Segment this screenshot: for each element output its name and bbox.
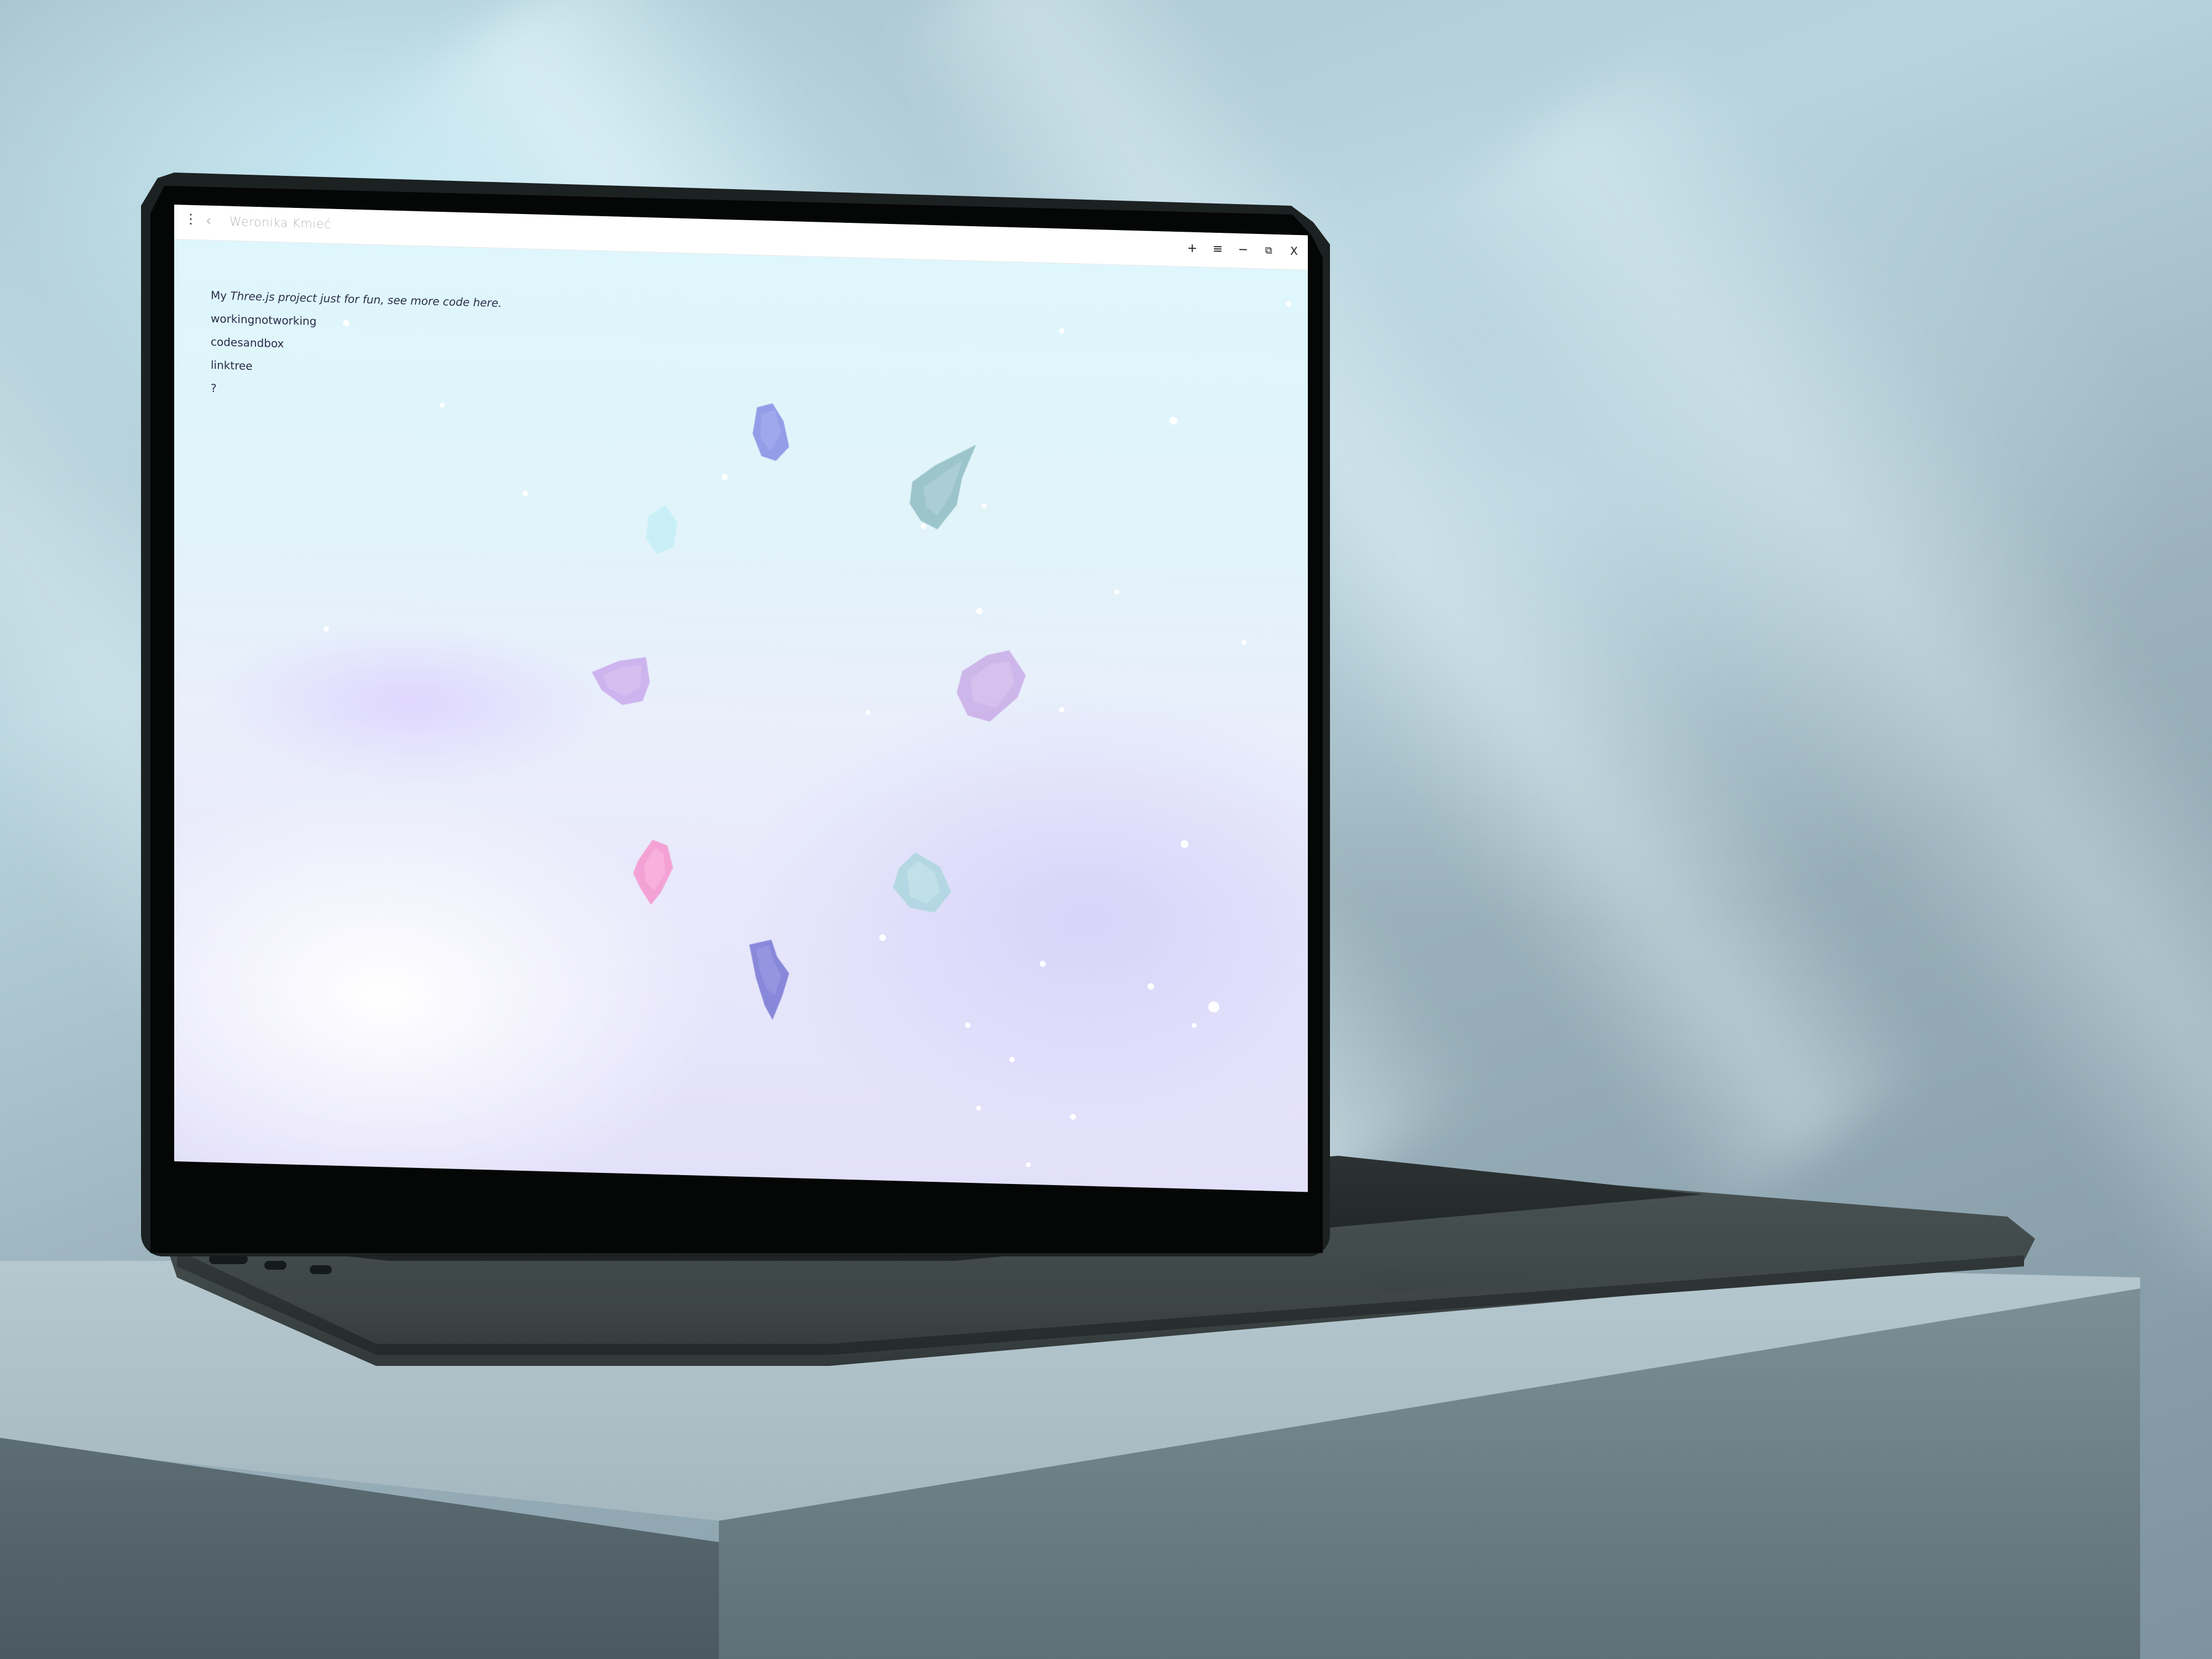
intro-suffix: just for fun, see more code xyxy=(316,291,473,309)
snow-particle xyxy=(1286,301,1291,307)
snow-particle xyxy=(879,934,886,941)
intro-prefix: My xyxy=(211,288,231,302)
new-tab-button[interactable]: + xyxy=(1187,241,1197,255)
crystal-indigo-bottom xyxy=(749,940,789,1020)
browser-window: ⋮ ‹ Weronika Kmieć + ≡ − ⧉ X My Three.js… xyxy=(174,205,1308,1192)
here-link[interactable]: here. xyxy=(473,296,502,310)
menu-button[interactable]: ≡ xyxy=(1213,242,1223,255)
snow-particle xyxy=(1040,961,1046,967)
window-title: Weronika Kmieć xyxy=(229,215,331,232)
snow-particle xyxy=(1026,1162,1031,1167)
snow-particle xyxy=(1170,416,1177,425)
snow-particle xyxy=(982,503,987,508)
snow-particle xyxy=(1059,707,1065,713)
snow-particle xyxy=(865,709,870,716)
snow-particle xyxy=(1070,1113,1076,1120)
snow-particle xyxy=(722,473,728,481)
snow-particle xyxy=(523,491,528,497)
snow-particle xyxy=(1147,983,1154,990)
usb-c-port xyxy=(264,1261,286,1270)
intro-text: My Three.js project just for fun, see mo… xyxy=(211,289,502,310)
snow-particle xyxy=(1009,1056,1015,1063)
link-question[interactable]: ? xyxy=(211,382,502,403)
link-workingnotworking[interactable]: workingnotworking xyxy=(211,312,502,333)
snow-particle xyxy=(1241,640,1246,645)
link-codesandbox[interactable]: codesandbox xyxy=(211,335,502,356)
snow-particle xyxy=(1181,840,1188,848)
crystal-cyan-faint xyxy=(646,505,677,554)
threejs-project-link[interactable]: Three.js project xyxy=(230,289,316,305)
snow-particle xyxy=(1192,1022,1197,1029)
crystal-pink xyxy=(633,839,673,905)
snow-particle xyxy=(1059,328,1065,334)
snow-particle xyxy=(324,626,329,632)
usb-c-port xyxy=(310,1265,332,1274)
snow-particle xyxy=(1208,1001,1219,1013)
crystal-lilac-right xyxy=(957,650,1026,722)
crystal-lilac-left xyxy=(592,657,650,705)
kebab-menu-icon[interactable]: ⋮ xyxy=(184,211,197,227)
page-content: My Three.js project just for fun, see mo… xyxy=(211,289,502,413)
snow-particle xyxy=(440,402,445,408)
chevron-left-icon[interactable]: ‹ xyxy=(206,212,211,228)
restore-button[interactable]: ⧉ xyxy=(1264,243,1274,257)
snow-particle xyxy=(976,608,983,615)
crystal-teal-right xyxy=(910,445,976,530)
snow-particle xyxy=(1114,589,1119,595)
snow-particle xyxy=(343,320,349,327)
window-controls: + ≡ − ⧉ X xyxy=(1187,240,1299,259)
crystal-teal-bottom xyxy=(893,852,951,913)
snow-particle xyxy=(965,1022,971,1028)
product-mockup-scene: ⋮ ‹ Weronika Kmieć + ≡ − ⧉ X My Three.js… xyxy=(0,0,2212,1659)
close-button[interactable]: X xyxy=(1289,244,1299,258)
link-linktree[interactable]: linktree xyxy=(211,358,502,379)
minimize-button[interactable]: − xyxy=(1238,243,1248,257)
crystal-blue-top xyxy=(753,403,789,461)
snow-particle xyxy=(976,1105,981,1111)
